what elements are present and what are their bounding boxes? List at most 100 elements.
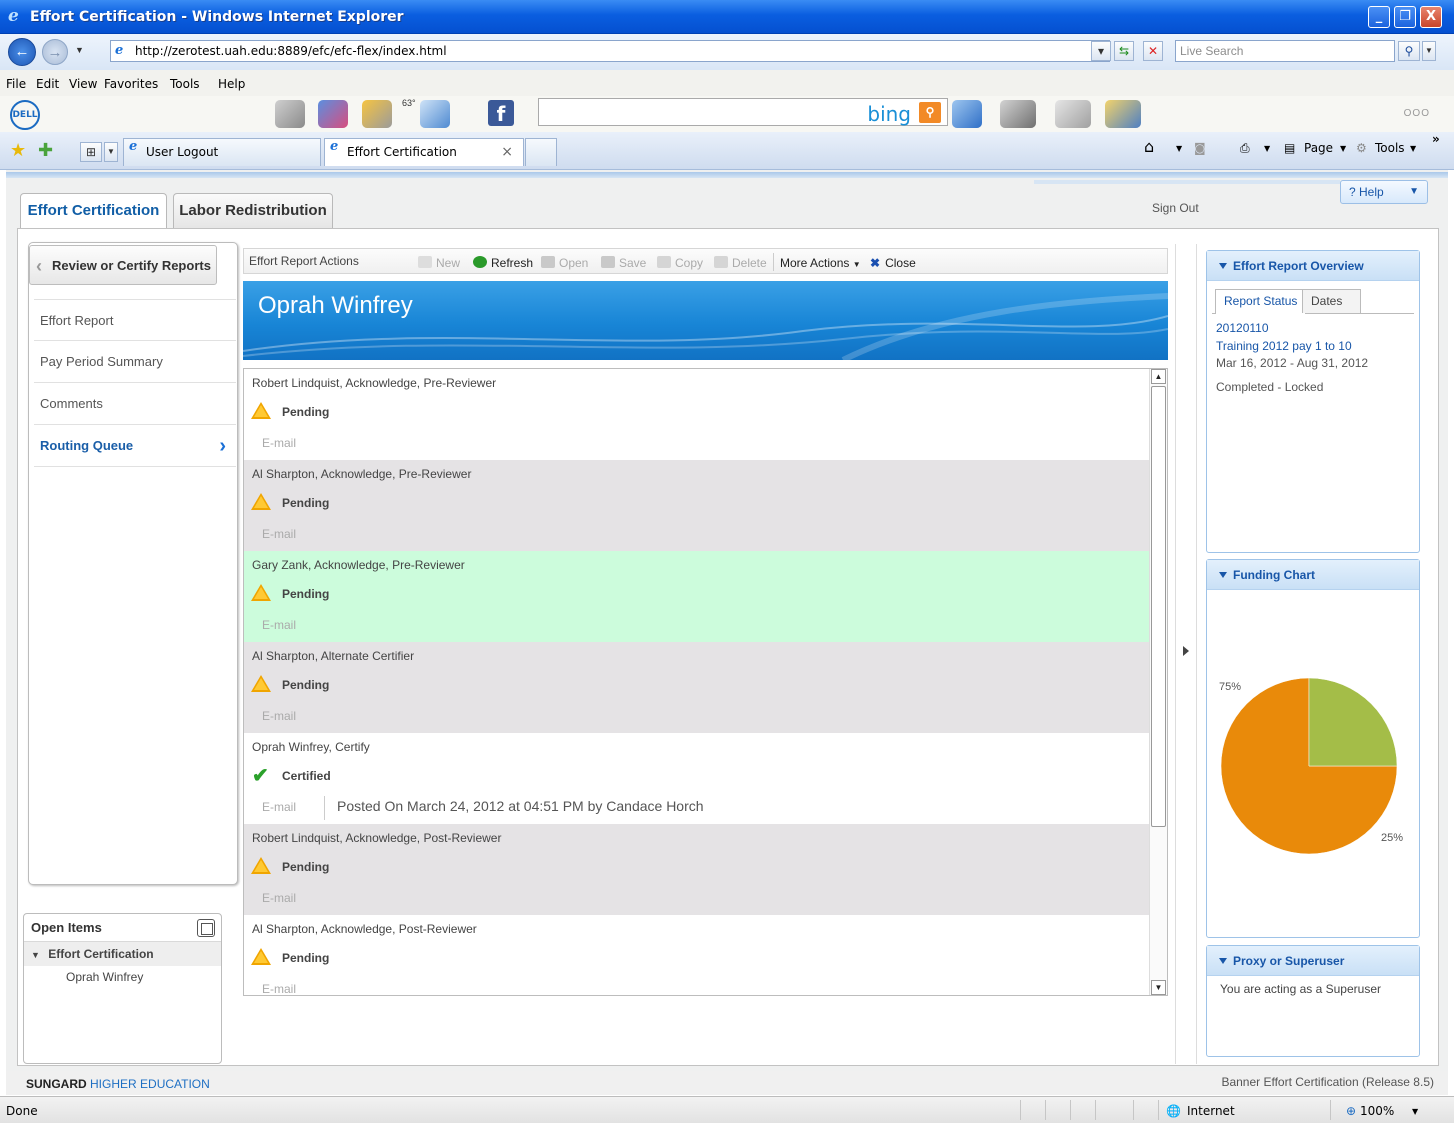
zoom-dropdown-icon[interactable]: ▼ <box>1412 1107 1418 1116</box>
nav-routing-queue-label: Routing Queue <box>40 438 134 453</box>
scroll-down-icon[interactable]: ▼ <box>1151 980 1166 995</box>
open-button[interactable]: Open <box>541 256 588 270</box>
proxy-header[interactable]: Proxy or Superuser <box>1207 946 1419 976</box>
email-link[interactable]: E-mail <box>262 709 296 723</box>
tab-dates[interactable]: Dates <box>1302 289 1361 313</box>
add-favorites-icon[interactable]: ✚ <box>38 140 53 161</box>
zoom-level[interactable]: 100% <box>1360 1104 1394 1118</box>
email-link[interactable]: E-mail <box>262 436 296 450</box>
minimize-button[interactable]: _ <box>1368 6 1390 28</box>
nav-comments[interactable]: Comments <box>34 383 236 425</box>
maximize-icon[interactable] <box>197 919 215 937</box>
menu-favorites[interactable]: Favorites <box>104 77 158 91</box>
map-icon[interactable] <box>318 100 348 128</box>
email-link[interactable]: E-mail <box>262 982 296 995</box>
tools-menu[interactable]: Tools <box>1375 141 1405 155</box>
delete-button[interactable]: Delete <box>714 256 767 270</box>
nav-effort-report[interactable]: Effort Report <box>34 299 236 341</box>
open-items-group[interactable]: ▼ Effort Certification <box>24 942 221 966</box>
close-window-button[interactable]: X <box>1420 6 1442 28</box>
queue-item[interactable]: Al Sharpton, Alternate Certifier Pending… <box>244 642 1150 733</box>
email-link[interactable]: E-mail <box>262 891 296 905</box>
menu-file[interactable]: File <box>6 77 26 91</box>
menu-tools[interactable]: Tools <box>170 77 200 91</box>
email-link[interactable]: E-mail <box>262 800 296 814</box>
like-icon[interactable] <box>952 100 982 128</box>
tab-labor-redistribution[interactable]: Labor Redistribution <box>173 193 333 229</box>
stocks-icon[interactable] <box>1055 100 1091 128</box>
back-button[interactable]: ← <box>8 38 36 66</box>
funding-chart-header[interactable]: Funding Chart <box>1207 560 1419 590</box>
home-icon[interactable]: ⌂ <box>1144 137 1154 156</box>
bing-search-box[interactable]: bing ⚲ <box>538 98 948 126</box>
queue-item[interactable]: Gary Zank, Acknowledge, Pre-Reviewer Pen… <box>244 551 1150 642</box>
facebook-icon[interactable]: f <box>488 100 514 126</box>
new-button[interactable]: New <box>418 256 460 270</box>
browser-tab-effort-certification[interactable]: e Effort Certification × <box>324 138 524 166</box>
page-menu-dropdown-icon[interactable]: ▼ <box>1340 144 1346 153</box>
feeds-icon[interactable]: ◙ <box>1194 141 1206 155</box>
review-or-certify-button[interactable]: ‹ Review or Certify Reports <box>29 245 217 285</box>
live-search-input[interactable]: Live Search <box>1175 40 1395 62</box>
save-button[interactable]: Save <box>601 256 646 270</box>
bing-search-icon[interactable]: ⚲ <box>919 102 941 123</box>
news-icon[interactable] <box>275 100 305 128</box>
home-dropdown-icon[interactable]: ▼ <box>1176 144 1182 153</box>
quick-tabs-icon[interactable]: ⊞ <box>80 142 102 162</box>
stop-icon[interactable]: ✕ <box>1143 41 1163 61</box>
email-link[interactable]: E-mail <box>262 618 296 632</box>
menu-edit[interactable]: Edit <box>36 77 59 91</box>
queue-item[interactable]: Oprah Winfrey, Certify ✔ Certified E-mai… <box>244 733 1150 824</box>
url-dropdown-button[interactable]: ▾ <box>1091 41 1111 61</box>
right-panel-toggle[interactable] <box>1175 244 1197 1064</box>
mail-icon[interactable] <box>420 100 450 128</box>
more-commands-icon[interactable]: » <box>1432 132 1440 146</box>
open-item-oprah-winfrey[interactable]: Oprah Winfrey <box>24 966 221 988</box>
collapse-triangle-icon <box>1219 958 1227 964</box>
forward-button[interactable]: → <box>42 39 68 65</box>
queue-item[interactable]: Robert Lindquist, Acknowledge, Post-Revi… <box>244 824 1150 915</box>
weather-icon[interactable] <box>362 100 392 128</box>
favorites-star-icon[interactable]: ★ <box>10 140 26 161</box>
help-button[interactable]: ? Help ▼ <box>1340 180 1428 204</box>
menu-help[interactable]: Help <box>218 77 245 91</box>
report-name[interactable]: Training 2012 pay 1 to 10 <box>1216 339 1352 353</box>
scroll-up-icon[interactable]: ▲ <box>1151 369 1166 384</box>
scroll-thumb[interactable] <box>1151 386 1166 827</box>
close-tab-icon[interactable]: × <box>501 139 513 165</box>
menu-view[interactable]: View <box>69 77 97 91</box>
restore-button[interactable]: ❐ <box>1394 6 1416 28</box>
recent-pages-dropdown-icon[interactable]: ▼ <box>75 45 84 55</box>
nav-pay-period-summary[interactable]: Pay Period Summary <box>34 341 236 383</box>
report-id[interactable]: 20120110 <box>1216 321 1269 335</box>
search-options-dropdown[interactable]: ▼ <box>1422 41 1436 61</box>
print-dropdown-icon[interactable]: ▼ <box>1264 144 1270 153</box>
tab-list-dropdown[interactable]: ▼ <box>104 142 118 162</box>
tab-effort-certification[interactable]: Effort Certification <box>20 193 167 230</box>
browser-tab-user-logout[interactable]: e User Logout <box>123 138 321 166</box>
search-icon[interactable]: ⚲ <box>1398 41 1420 61</box>
page-menu[interactable]: Page <box>1304 141 1333 155</box>
queue-item[interactable]: Robert Lindquist, Acknowledge, Pre-Revie… <box>244 369 1150 460</box>
tab-report-status[interactable]: Report Status <box>1215 289 1307 314</box>
nav-routing-queue[interactable]: Routing Queue › <box>34 425 236 467</box>
print-icon[interactable]: ⎙ <box>1240 141 1250 156</box>
refresh-page-icon[interactable]: ⇆ <box>1114 41 1134 61</box>
queue-scrollbar[interactable]: ▲ ▼ <box>1149 369 1167 995</box>
queue-item[interactable]: Al Sharpton, Acknowledge, Post-Reviewer … <box>244 915 1150 995</box>
more-actions-button[interactable]: More Actions ▼ <box>780 256 861 270</box>
email-link[interactable]: E-mail <box>262 527 296 541</box>
tools-menu-dropdown-icon[interactable]: ▼ <box>1410 144 1416 153</box>
sign-out-link[interactable]: Sign Out <box>1152 201 1199 215</box>
close-button[interactable]: ✖ Close <box>870 256 916 270</box>
overview-header[interactable]: Effort Report Overview <box>1207 251 1419 281</box>
more-dots-icon[interactable]: OOO <box>1404 108 1430 119</box>
new-tab-button[interactable] <box>525 138 557 166</box>
games-icon[interactable] <box>1105 100 1141 128</box>
dell-logo[interactable]: DELL <box>10 100 40 130</box>
url-field[interactable]: e http://zerotest.uah.edu:8889/efc/efc-f… <box>110 40 1110 62</box>
video-icon[interactable] <box>1000 100 1036 128</box>
queue-item[interactable]: Al Sharpton, Acknowledge, Pre-Reviewer P… <box>244 460 1150 551</box>
refresh-button[interactable]: Refresh <box>473 256 533 270</box>
copy-button[interactable]: Copy <box>657 256 703 270</box>
